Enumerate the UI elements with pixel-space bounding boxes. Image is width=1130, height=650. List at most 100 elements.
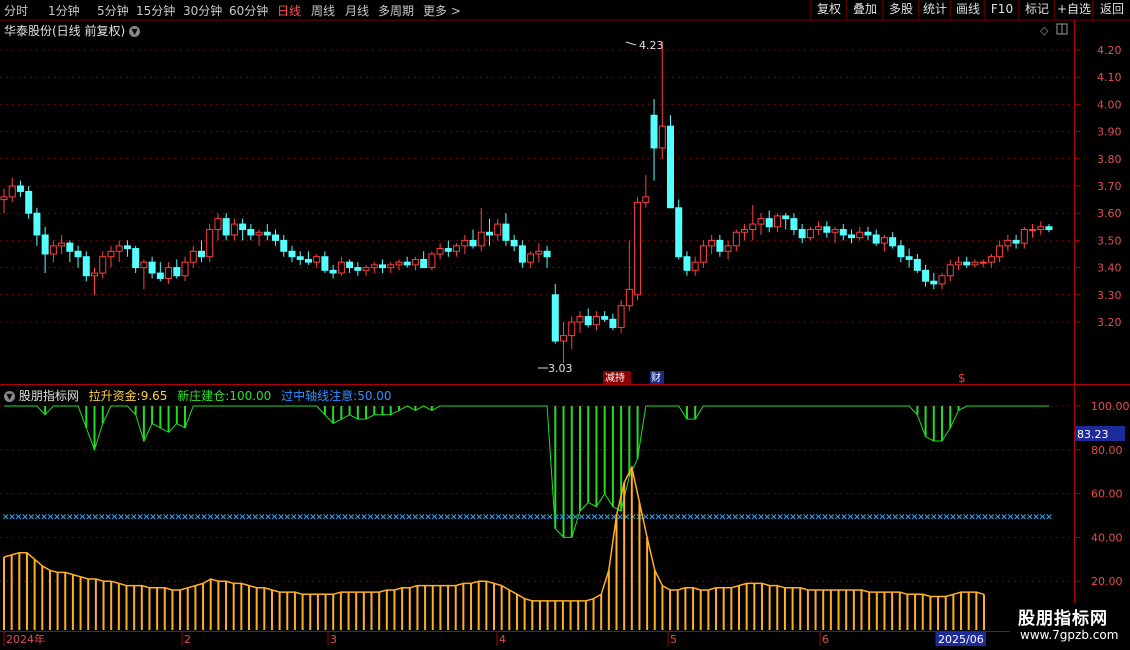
candle-body bbox=[247, 229, 255, 236]
candle-body bbox=[181, 261, 189, 277]
price-tick-label: 3.30 bbox=[1097, 289, 1122, 302]
candle-body bbox=[617, 305, 625, 328]
candle-body bbox=[165, 267, 173, 279]
candle-body bbox=[123, 245, 131, 250]
candle-body bbox=[905, 256, 913, 260]
candle-body bbox=[1004, 239, 1012, 247]
dollar-marker: $ bbox=[958, 371, 966, 385]
candle-body bbox=[535, 250, 543, 255]
indicator-tick-label: 100.00 bbox=[1091, 400, 1130, 413]
candle-body bbox=[107, 250, 115, 258]
logo-url: www.7gpzb.com bbox=[1020, 628, 1119, 642]
candle-body bbox=[897, 245, 905, 258]
candle-body bbox=[436, 248, 444, 255]
candle-body bbox=[206, 229, 214, 258]
candle-body bbox=[91, 272, 99, 277]
price-tick-label: 4.20 bbox=[1097, 44, 1122, 57]
diamond-icon[interactable]: ◇ bbox=[1040, 24, 1049, 37]
candle-body bbox=[428, 253, 436, 269]
candle-body bbox=[41, 234, 49, 255]
y-axis: 3.20 3.30 3.40 3.50 3.60 3.70 3.80 3.90 4.00 4.10… bbox=[1074, 44, 1130, 588]
candle-body bbox=[403, 261, 411, 266]
candle-body bbox=[642, 196, 650, 203]
candle-body bbox=[963, 261, 971, 266]
candle-body bbox=[263, 231, 271, 236]
indicator-tick-label: 40.00 bbox=[1091, 531, 1123, 544]
candle-body bbox=[477, 231, 485, 247]
candle-body bbox=[749, 223, 757, 231]
candle-body bbox=[510, 239, 518, 247]
candle-body bbox=[732, 231, 740, 247]
candle-body bbox=[444, 248, 452, 252]
current-value-label: 83.23 bbox=[1077, 428, 1109, 441]
candle-body bbox=[0, 196, 8, 201]
candle-body bbox=[337, 261, 345, 274]
candle-body bbox=[115, 245, 123, 252]
candle-body bbox=[987, 256, 995, 263]
candle-body bbox=[329, 269, 337, 274]
event-label-jianchi: 减持 bbox=[605, 371, 625, 384]
candle-body bbox=[856, 231, 864, 239]
candle-body bbox=[782, 215, 790, 220]
logo-text: 股朋指标网 bbox=[1018, 609, 1108, 629]
candle-body bbox=[214, 218, 222, 231]
candle-body bbox=[485, 231, 493, 236]
candle-body bbox=[658, 125, 666, 149]
candle-body bbox=[806, 229, 814, 239]
candle-body bbox=[346, 261, 354, 269]
indicator-tick-label: 20.00 bbox=[1091, 575, 1123, 588]
candle-body bbox=[716, 239, 724, 252]
candle-body bbox=[592, 316, 600, 326]
indicator-tick-label: 60.00 bbox=[1091, 488, 1123, 501]
candle-body bbox=[33, 212, 41, 236]
candle-body bbox=[1020, 229, 1028, 244]
high-annotation: 4.23 bbox=[639, 39, 664, 52]
candle-body bbox=[362, 267, 370, 271]
price-tick-label: 3.80 bbox=[1097, 153, 1122, 166]
candle-body bbox=[156, 272, 164, 279]
candle-body bbox=[461, 239, 469, 247]
candle-body bbox=[757, 218, 765, 225]
candle-body bbox=[1012, 239, 1020, 244]
candle-body bbox=[387, 264, 395, 269]
price-tick-label: 3.90 bbox=[1097, 126, 1122, 139]
candle-body bbox=[601, 316, 609, 320]
candle-body bbox=[230, 223, 238, 236]
candle-body bbox=[321, 256, 329, 271]
candle-body bbox=[666, 125, 674, 209]
price-tick-label: 3.70 bbox=[1097, 180, 1122, 193]
candle-body bbox=[650, 114, 658, 149]
candle-body bbox=[979, 261, 987, 264]
candle-body bbox=[823, 226, 831, 233]
candle-body bbox=[790, 218, 798, 231]
candle-body bbox=[148, 261, 156, 274]
candle-body bbox=[494, 223, 502, 236]
candle-body bbox=[831, 229, 839, 233]
candle-body bbox=[839, 229, 847, 236]
candle-body bbox=[280, 239, 288, 252]
candle-body bbox=[527, 253, 535, 263]
price-tick-label: 3.40 bbox=[1097, 262, 1122, 275]
x-axis: 2024年 2 3 4 5 6 2025/06 bbox=[3, 632, 986, 646]
candle-body bbox=[576, 316, 584, 323]
site-logo: 股朋指标网 www.7gpzb.com bbox=[1010, 603, 1130, 650]
candle-body bbox=[304, 258, 312, 263]
date-label: 2025/06 bbox=[938, 633, 984, 646]
candle-body bbox=[773, 215, 781, 228]
price-tick-label: 3.50 bbox=[1097, 234, 1122, 247]
candle-body bbox=[296, 256, 304, 260]
candle-body bbox=[1029, 229, 1037, 232]
date-label: 4 bbox=[499, 633, 506, 646]
chart-canvas[interactable]: 3.20 3.30 3.40 3.50 3.60 3.70 3.80 3.90 4.00 4.10… bbox=[0, 0, 1130, 650]
candle-body bbox=[420, 258, 428, 269]
candle-body bbox=[66, 242, 74, 252]
candle-body bbox=[8, 185, 16, 198]
date-label: 5 bbox=[670, 633, 677, 646]
candle-body bbox=[140, 261, 148, 269]
candle-body bbox=[741, 229, 749, 233]
candle-body bbox=[922, 269, 930, 282]
candle-body bbox=[889, 237, 897, 247]
candle-body bbox=[395, 261, 403, 266]
candle-body bbox=[239, 223, 247, 231]
candle-body bbox=[996, 245, 1004, 258]
